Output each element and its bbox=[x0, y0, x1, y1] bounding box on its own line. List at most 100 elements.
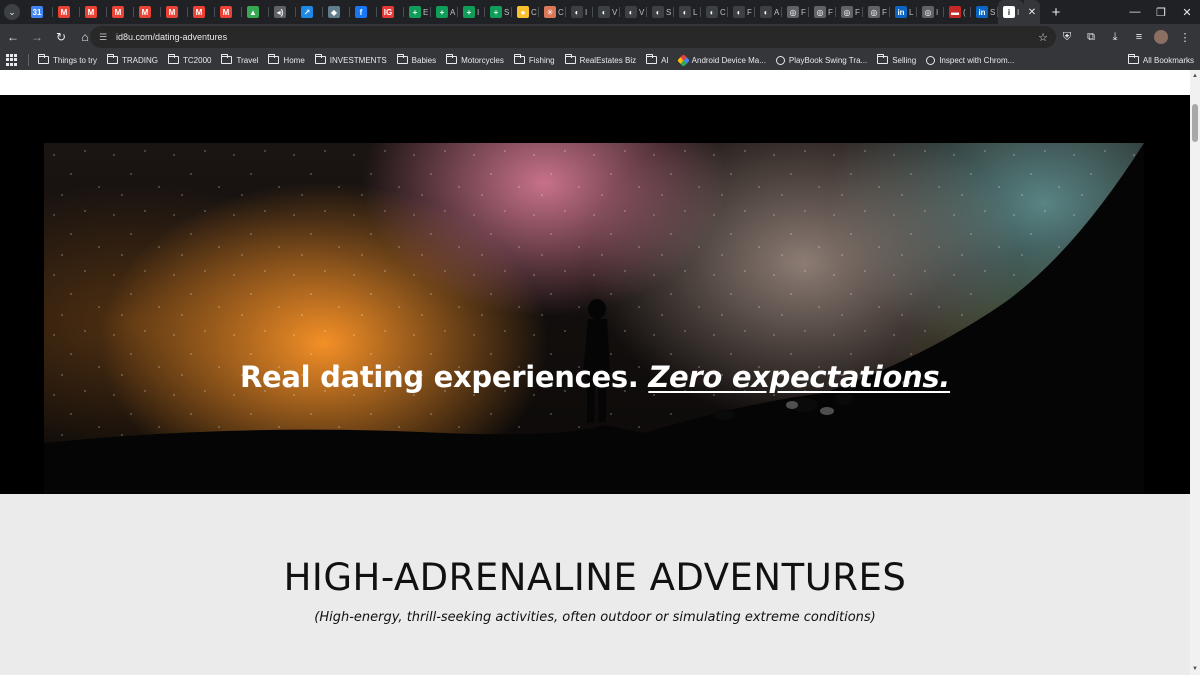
bookmark-item[interactable]: Babies bbox=[396, 54, 436, 65]
tab-13[interactable]: IG bbox=[377, 0, 404, 24]
menu-icon[interactable]: ⋮ bbox=[1174, 26, 1196, 48]
bookmark-item[interactable]: Android Device Ma... bbox=[676, 53, 766, 67]
tab-16[interactable]: + I bbox=[458, 0, 485, 24]
new-tab-button[interactable]: + bbox=[1046, 0, 1066, 24]
bookmark-item[interactable]: TC2000 bbox=[168, 54, 211, 65]
tab-1[interactable]: M bbox=[53, 0, 80, 24]
puzzle-icon[interactable]: ⧉ bbox=[1080, 26, 1102, 48]
tab-27[interactable]: ◐ A bbox=[755, 0, 782, 24]
bookmark-item[interactable]: Home bbox=[268, 54, 305, 65]
bookmark-item[interactable]: INVESTMENTS bbox=[314, 54, 387, 65]
bookmark-item[interactable]: RealEstates Biz bbox=[564, 54, 636, 65]
drive-icon: ▲ bbox=[247, 6, 259, 18]
tab-title: I bbox=[936, 7, 939, 17]
bookmark-star-icon[interactable]: ☆ bbox=[1038, 31, 1048, 44]
tab-9[interactable]: ◂) bbox=[269, 0, 296, 24]
tab-19[interactable]: ✳ C bbox=[539, 0, 566, 24]
bookmark-item[interactable]: Fishing bbox=[513, 54, 555, 65]
tab-active[interactable]: i I bbox=[998, 0, 1024, 24]
folder-icon bbox=[1127, 54, 1139, 64]
bookmark-item[interactable]: AI bbox=[646, 54, 669, 65]
download-icon[interactable]: ⤓ bbox=[1104, 26, 1126, 48]
forward-button[interactable]: → bbox=[26, 26, 48, 48]
all-bookmarks-button[interactable]: All Bookmarks bbox=[1127, 54, 1194, 65]
hero-tagline-emphasis-link[interactable]: Zero expectations. bbox=[648, 360, 950, 394]
tab-28[interactable]: ◎ F bbox=[782, 0, 809, 24]
tab-4[interactable]: M bbox=[134, 0, 161, 24]
tab-title: E bbox=[423, 7, 429, 17]
tab-10[interactable]: ↗ bbox=[296, 0, 323, 24]
tab-2[interactable]: M bbox=[80, 0, 107, 24]
tab-34[interactable]: ▬( bbox=[944, 0, 971, 24]
tab-18[interactable]: ● C bbox=[512, 0, 539, 24]
page-scrollbar[interactable]: ▲ ▼ bbox=[1190, 70, 1200, 675]
profile-avatar[interactable] bbox=[1154, 30, 1168, 44]
globe-icon bbox=[926, 55, 936, 65]
bookmark-item[interactable]: TRADING bbox=[107, 54, 158, 65]
shield-ext-icon[interactable]: ⛨ bbox=[1056, 26, 1078, 48]
bookmark-label: Motorcycles bbox=[461, 55, 504, 65]
folder-icon bbox=[396, 54, 408, 64]
tab-7[interactable]: M bbox=[215, 0, 242, 24]
tab-search-button[interactable]: ⌄ bbox=[4, 4, 20, 20]
bookmark-label: AI bbox=[661, 55, 669, 65]
close-tab-icon[interactable]: ✕ bbox=[1024, 0, 1040, 24]
restore-button[interactable]: ❐ bbox=[1148, 0, 1174, 24]
tab-17[interactable]: + S bbox=[485, 0, 512, 24]
scroll-up-icon[interactable]: ▲ bbox=[1191, 72, 1199, 80]
tab-24[interactable]: ◐ L bbox=[674, 0, 701, 24]
tab-title: S bbox=[666, 7, 672, 17]
flag-tab-icon: ▬ bbox=[949, 6, 961, 18]
tab-25[interactable]: ◐ C bbox=[701, 0, 728, 24]
url-text[interactable]: id8u.com/dating-adventures bbox=[116, 32, 227, 42]
tab-32[interactable]: in L bbox=[890, 0, 917, 24]
media-icon[interactable]: ≡ bbox=[1128, 26, 1150, 48]
bookmark-label: Fishing bbox=[528, 55, 555, 65]
toolbar-icons: ⛨ ⧉ ⤓ ≡ ⋮ bbox=[1054, 26, 1196, 48]
tab-21[interactable]: ◐ V bbox=[593, 0, 620, 24]
apps-grid-icon[interactable] bbox=[6, 54, 18, 66]
site-info-icon[interactable]: ☰ bbox=[96, 30, 110, 44]
scroll-down-icon[interactable]: ▼ bbox=[1191, 665, 1199, 673]
tab-15[interactable]: + A bbox=[431, 0, 458, 24]
claude-icon: ✳ bbox=[544, 6, 556, 18]
tab-26[interactable]: ◐ F bbox=[728, 0, 755, 24]
tab-35[interactable]: in S bbox=[971, 0, 998, 24]
tab-11[interactable]: ◆ bbox=[323, 0, 350, 24]
tab-14[interactable]: + E bbox=[404, 0, 431, 24]
reload-button[interactable]: ↻ bbox=[50, 26, 72, 48]
bookmark-item[interactable]: Things to try bbox=[38, 54, 97, 65]
tab-8[interactable]: ▲ bbox=[242, 0, 269, 24]
tab-title: I bbox=[585, 7, 588, 17]
minimize-button[interactable]: — bbox=[1122, 0, 1148, 24]
tab-6[interactable]: M bbox=[188, 0, 215, 24]
tab-title: C bbox=[720, 7, 726, 17]
tab-title: C bbox=[558, 7, 564, 17]
tab-33[interactable]: ◎ I bbox=[917, 0, 944, 24]
tab-title: S bbox=[504, 7, 510, 17]
back-button[interactable]: ← bbox=[2, 26, 24, 48]
bookmark-item[interactable]: Travel bbox=[221, 54, 258, 65]
bookmark-item[interactable]: Inspect with Chrom... bbox=[926, 55, 1014, 65]
tab-5[interactable]: M bbox=[161, 0, 188, 24]
tab-30[interactable]: ◎ F bbox=[836, 0, 863, 24]
tab-12[interactable]: f bbox=[350, 0, 377, 24]
bookmark-item[interactable]: PlayBook Swing Tra... bbox=[775, 55, 867, 65]
sheets-icon: + bbox=[463, 6, 475, 18]
gmail-icon: M bbox=[220, 6, 232, 18]
tab-22[interactable]: ◐ V bbox=[620, 0, 647, 24]
tab-3[interactable]: M bbox=[107, 0, 134, 24]
sheets-icon: + bbox=[490, 6, 502, 18]
tab-29[interactable]: ◎ F bbox=[809, 0, 836, 24]
bookmark-item[interactable]: Motorcycles bbox=[446, 54, 504, 65]
close-window-button[interactable]: ✕ bbox=[1174, 0, 1200, 24]
address-bar[interactable]: ☰ id8u.com/dating-adventures ☆ bbox=[90, 26, 1056, 48]
tab-23[interactable]: ◐ S bbox=[647, 0, 674, 24]
tab-20[interactable]: ◐ I bbox=[566, 0, 593, 24]
tab-31[interactable]: ◎ F bbox=[863, 0, 890, 24]
bookmark-item[interactable]: Selling bbox=[877, 54, 916, 65]
scrollbar-thumb[interactable] bbox=[1192, 104, 1198, 142]
tab-0[interactable]: 31 bbox=[26, 0, 53, 24]
tab-title: L bbox=[693, 7, 698, 17]
folder-icon bbox=[168, 54, 180, 64]
